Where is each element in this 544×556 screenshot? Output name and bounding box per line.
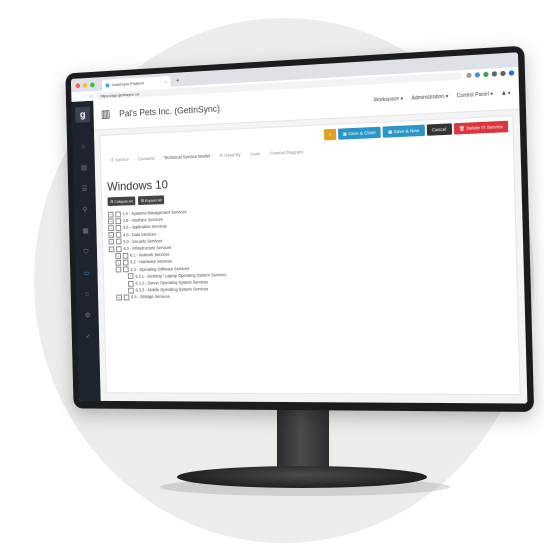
expander-icon[interactable]: + <box>109 239 115 245</box>
monitor: GetInSync Platform × + ← → C https://app… <box>65 46 534 412</box>
top-nav-item[interactable]: Control Panel ▾ <box>457 91 493 99</box>
content-panel: ! ▣ Save & Close ▣ Save & New Cancel 🗑 D… <box>100 115 521 395</box>
tab-context-diagram[interactable]: Context Diagram <box>270 149 303 155</box>
tree-checkbox[interactable] <box>115 218 121 224</box>
tree-checkbox[interactable] <box>116 239 122 245</box>
url-text: https://app.getinsync.ca <box>100 91 139 98</box>
cancel-button[interactable]: Cancel <box>426 123 451 135</box>
tree-checkbox[interactable] <box>115 211 121 217</box>
chart-icon[interactable]: ▦ <box>82 228 89 236</box>
expander-icon[interactable] <box>122 275 126 279</box>
expander-icon[interactable]: + <box>108 218 114 224</box>
save-close-button[interactable]: ▣ Save & Close <box>337 127 381 140</box>
extension-icon[interactable] <box>466 72 471 77</box>
new-tab-button[interactable]: + <box>176 78 179 84</box>
maximize-window-icon[interactable] <box>90 82 95 87</box>
save-new-button[interactable]: ▣ Save & New <box>383 125 425 138</box>
tab-uses[interactable]: Uses <box>250 151 260 156</box>
expander-icon[interactable]: + <box>108 232 114 238</box>
tree-checkbox[interactable] <box>116 246 122 252</box>
settings-icon[interactable]: ⚙ <box>84 312 91 320</box>
document-icon[interactable]: ▤ <box>80 164 87 172</box>
tree-label: 6.4 - Storage Services <box>131 293 170 301</box>
reload-icon[interactable]: C <box>89 94 92 99</box>
tab-technical-service-model[interactable]: Technical Service Model <box>164 153 210 160</box>
info-button[interactable]: ! <box>324 129 336 141</box>
tree-checkbox[interactable] <box>128 287 134 293</box>
top-nav: Workspace ▾ Administration ▾ Control Panel… <box>374 90 511 103</box>
screen: GetInSync Platform × + ← → C https://app… <box>71 52 528 403</box>
expand-all-label: Expand All <box>145 198 162 202</box>
app: g ⌂ ▤ ☰ ⚲ ▦ ⛉ ▭ ☺ ⚙ ✓ ▥ Pal's Pets Inc. (GetInSyn… <box>71 77 527 403</box>
top-nav-item[interactable]: ♟ ▾ <box>501 90 510 97</box>
monitor-stand-base <box>177 466 427 488</box>
tree-checkbox[interactable] <box>124 295 130 301</box>
top-nav-item[interactable]: Workspace ▾ <box>374 96 404 104</box>
forward-icon[interactable]: → <box>82 94 86 99</box>
tree-buttons: ⊟ Collapse All ⊞ Expand All <box>108 195 165 206</box>
tree-checkbox[interactable]: ✓ <box>128 273 134 279</box>
window-controls[interactable] <box>76 82 95 88</box>
extension-icons[interactable] <box>466 70 514 78</box>
close-window-icon[interactable] <box>76 83 81 88</box>
top-nav-item[interactable]: Administration ▾ <box>411 94 448 102</box>
collapse-all-label: Collapse All <box>114 199 132 203</box>
list-icon[interactable]: ☰ <box>81 186 88 194</box>
company-name: Pal's Pets Inc. (GetInSync) <box>119 104 220 119</box>
expander-icon[interactable]: + <box>115 253 121 259</box>
action-buttons: ! ▣ Save & Close ▣ Save & New Cancel 🗑 D… <box>324 121 508 141</box>
record-tabs: IT Service Contacts Technical Service Mode… <box>110 149 303 162</box>
expander-icon[interactable]: − <box>109 246 115 252</box>
expander-icon[interactable]: + <box>115 260 121 266</box>
save-new-label: Save & New <box>394 128 420 134</box>
users-icon[interactable]: ☺ <box>83 291 90 299</box>
expander-icon[interactable]: + <box>116 295 122 301</box>
tree-checkbox[interactable] <box>116 232 122 238</box>
collapse-all-button[interactable]: ⊟ Collapse All <box>108 196 136 206</box>
expander-icon[interactable]: + <box>108 211 114 217</box>
service-tree: +1.0 - Systems Management Services +2.0 -… <box>108 207 227 301</box>
expander-icon[interactable]: − <box>116 267 122 273</box>
app-logo[interactable]: g <box>75 107 90 123</box>
expander-icon[interactable]: + <box>108 225 114 231</box>
tree-label: 6.3.3 - Mobile Operating System Services <box>136 286 209 294</box>
tab-contacts[interactable]: Contacts <box>138 156 155 162</box>
monitor-icon[interactable]: ▭ <box>83 270 90 278</box>
tree-checkbox[interactable] <box>128 280 134 286</box>
tree-checkbox[interactable] <box>123 253 129 259</box>
company-icon: ▥ <box>101 107 114 121</box>
lightbulb-icon[interactable]: ⚲ <box>81 207 88 215</box>
home-icon[interactable]: ⌂ <box>80 143 87 151</box>
tree-row[interactable]: +6.4 - Storage Services <box>110 292 227 301</box>
page-title: Windows 10 <box>107 178 168 194</box>
expander-icon[interactable] <box>122 282 126 286</box>
tree-checkbox[interactable] <box>123 260 129 266</box>
delete-button[interactable]: 🗑 Delete IT Service <box>453 121 508 135</box>
expander-icon[interactable] <box>123 289 127 293</box>
extension-icon[interactable] <box>483 71 488 76</box>
tab-it-service[interactable]: IT Service <box>110 157 129 163</box>
browser-tab-title: GetInSync Platform <box>112 80 144 87</box>
main-area: ▥ Pal's Pets Inc. (GetInSync) Workspace … <box>93 77 527 403</box>
shield-icon[interactable]: ⛉ <box>82 249 89 257</box>
extension-icon[interactable] <box>475 72 480 77</box>
extension-icon[interactable] <box>492 71 497 76</box>
tab-in-used-by[interactable]: In Used By <box>219 152 240 158</box>
tree-checkbox[interactable] <box>116 225 122 231</box>
close-tab-icon[interactable]: × <box>165 79 167 84</box>
tree-checkbox[interactable] <box>123 267 129 273</box>
expand-all-button[interactable]: ⊞ Expand All <box>138 195 165 205</box>
back-icon[interactable]: ← <box>75 94 79 99</box>
delete-label: Delete IT Service <box>466 124 503 131</box>
extension-icon[interactable] <box>500 70 505 76</box>
extension-icon[interactable] <box>509 70 515 76</box>
favicon-icon <box>106 83 110 87</box>
save-close-label: Save & Close <box>348 130 376 136</box>
check-icon[interactable]: ✓ <box>84 334 91 342</box>
minimize-window-icon[interactable] <box>83 83 88 88</box>
